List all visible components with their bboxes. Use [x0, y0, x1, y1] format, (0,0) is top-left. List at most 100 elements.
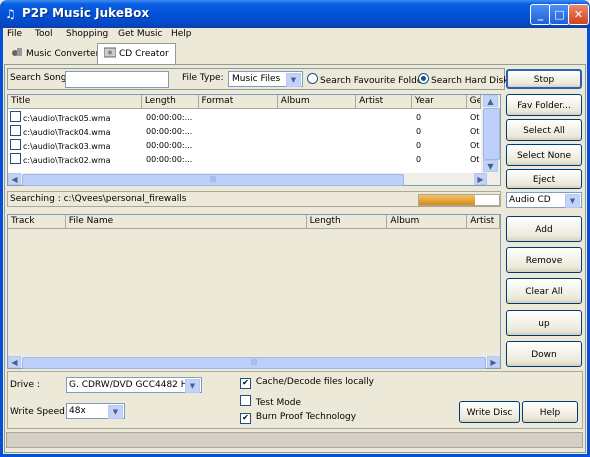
col-title[interactable]: Title — [8, 95, 142, 109]
tab-music-converter[interactable]: Music Converter — [5, 44, 105, 64]
menu-shopping[interactable]: Shopping — [66, 29, 108, 39]
scroll-right-icon[interactable]: ▶ — [487, 356, 500, 368]
cell-text: 0 — [416, 127, 422, 136]
scroll-right-icon[interactable]: ▶ — [474, 173, 487, 185]
menu-get-music[interactable]: Get Music — [118, 29, 163, 39]
menu-help[interactable]: Help — [171, 29, 192, 39]
move-down-button[interactable]: Down — [506, 341, 582, 367]
h-scroll-thumb[interactable]: ||| — [22, 174, 404, 186]
table-cell: Oth — [470, 111, 480, 124]
scroll-left-icon[interactable]: ◀ — [8, 173, 21, 185]
tracklist-header: Track File Name Length Album Artist — [8, 215, 500, 229]
clear-all-button[interactable]: Clear All — [506, 278, 582, 304]
table-row[interactable]: c:\audio\Track05.wma 00:00:00:... 0 Oth — [10, 111, 480, 125]
select-all-button[interactable]: Select All — [506, 119, 582, 141]
table-cell: 00:00:00:... — [146, 111, 202, 124]
cell-text: c:\audio\Track05.wma — [23, 114, 111, 123]
col-format[interactable]: Format — [198, 95, 278, 109]
table-cell: Oth — [470, 125, 480, 138]
scroll-left-icon[interactable]: ◀ — [8, 356, 21, 368]
table-cell — [361, 153, 416, 166]
search-label: Search Song — [10, 73, 67, 83]
scroll-thumb[interactable] — [483, 108, 500, 160]
table-cell: 00:00:00:... — [146, 139, 202, 152]
menu-file[interactable]: File — [7, 29, 22, 39]
test-mode-label: Test Mode — [255, 398, 301, 408]
cell-text: Oth — [470, 141, 480, 150]
checkbox-icon — [240, 395, 251, 406]
minimize-button[interactable]: _ — [530, 4, 551, 25]
searching-text: Searching : c:\Qvees\personal_firewalls — [10, 194, 187, 204]
cell-text: c:\audio\Track02.wma — [23, 156, 111, 165]
radio-selected-icon — [418, 73, 429, 84]
menu-tool[interactable]: Tool — [35, 29, 52, 39]
tab-label: CD Creator — [119, 49, 169, 59]
radio-hard-disk[interactable]: Search Hard Disk — [418, 73, 509, 86]
help-button[interactable]: Help — [522, 401, 578, 423]
add-button[interactable]: Add — [506, 216, 582, 242]
col-track[interactable]: Track — [8, 215, 66, 229]
select-none-button[interactable]: Select None — [506, 144, 582, 166]
table-row[interactable]: c:\audio\Track04.wma 00:00:00:... 0 Oth — [10, 125, 480, 139]
checkbox-checked-icon: ✔ — [240, 378, 251, 389]
cd-type-select[interactable]: Audio CD ▼ — [506, 192, 582, 208]
remove-button[interactable]: Remove — [506, 247, 582, 273]
write-speed-select[interactable]: 48x ▼ — [66, 403, 125, 419]
write-disc-button[interactable]: Write Disc — [459, 401, 520, 423]
table-row[interactable]: c:\audio\Track03.wma 00:00:00:... 0 Oth — [10, 139, 480, 153]
col-artist[interactable]: Artist — [356, 95, 412, 109]
col-year[interactable]: Year — [411, 95, 467, 109]
cd-track-list[interactable]: Track File Name Length Album Artist ◀ ||… — [7, 214, 501, 369]
table-cell: c:\audio\Track05.wma — [10, 111, 146, 124]
cell-text: 00:00:00:... — [146, 127, 193, 136]
checkbox-icon[interactable] — [10, 125, 21, 136]
table-cell — [282, 125, 361, 138]
write-speed-label: Write Speed : — [10, 407, 71, 417]
h-scroll-thumb[interactable]: ||| — [22, 357, 486, 369]
checkbox-icon[interactable] — [10, 111, 21, 122]
radio-label: Search Hard Disk — [431, 76, 509, 86]
scroll-up-icon[interactable]: ▲ — [483, 95, 498, 107]
search-progress-bar — [418, 194, 500, 206]
test-mode-checkbox[interactable]: Test Mode — [240, 395, 301, 408]
drive-value: G. CDRW/DVD GCC4482 HL — [69, 380, 193, 390]
search-results-table[interactable]: Title Length Format Album Artist Year Ge… — [7, 94, 501, 186]
table-cell: 0 — [416, 111, 470, 124]
maximize-button[interactable]: □ — [549, 4, 570, 25]
stop-button[interactable]: Stop — [506, 69, 582, 89]
table-cell — [202, 125, 282, 138]
chevron-down-icon: ▼ — [108, 405, 123, 419]
eject-button[interactable]: Eject — [506, 169, 582, 189]
col-file-name[interactable]: File Name — [65, 215, 307, 229]
results-horizontal-scrollbar[interactable]: ◀ ||| ▶ — [8, 173, 500, 186]
col-length[interactable]: Length — [141, 95, 199, 109]
music-note-icon: ♫ — [5, 7, 16, 21]
checkbox-checked-icon: ✔ — [240, 413, 251, 424]
results-vertical-scrollbar[interactable]: ▲ ▼ — [481, 95, 500, 173]
table-cell — [282, 111, 361, 124]
table-cell: c:\audio\Track04.wma — [10, 125, 146, 138]
col-genre[interactable]: Gen — [466, 95, 481, 109]
scroll-down-icon[interactable]: ▼ — [483, 160, 498, 172]
drive-select[interactable]: G. CDRW/DVD GCC4482 HL ▼ — [66, 377, 202, 393]
cache-checkbox[interactable]: ✔ Cache/Decode files locally — [240, 377, 374, 389]
col-length[interactable]: Length — [306, 215, 388, 229]
tracklist-horizontal-scrollbar[interactable]: ◀ ||| ▶ — [8, 356, 500, 369]
col-album[interactable]: Album — [277, 95, 357, 109]
table-row[interactable]: c:\audio\Track02.wma 00:00:00:... 0 Oth — [10, 153, 480, 167]
checkbox-icon[interactable] — [10, 139, 21, 150]
radio-icon — [307, 73, 318, 84]
cell-text: 00:00:00:... — [146, 113, 193, 122]
checkbox-icon[interactable] — [10, 153, 21, 164]
tab-cd-creator[interactable]: CD Creator — [97, 43, 176, 65]
col-artist[interactable]: Artist — [467, 215, 500, 229]
radio-favourite-folder[interactable]: Search Favourite Folder — [307, 73, 426, 86]
file-type-select[interactable]: Music Files ▼ — [228, 71, 303, 87]
search-input[interactable] — [65, 71, 169, 88]
close-button[interactable]: ✕ — [568, 4, 589, 25]
burn-proof-checkbox[interactable]: ✔ Burn Proof Technology — [240, 412, 356, 424]
col-album[interactable]: Album — [387, 215, 468, 229]
move-up-button[interactable]: up — [506, 310, 582, 336]
table-cell: 0 — [416, 125, 470, 138]
fav-folder-button[interactable]: Fav Folder... — [506, 94, 582, 116]
